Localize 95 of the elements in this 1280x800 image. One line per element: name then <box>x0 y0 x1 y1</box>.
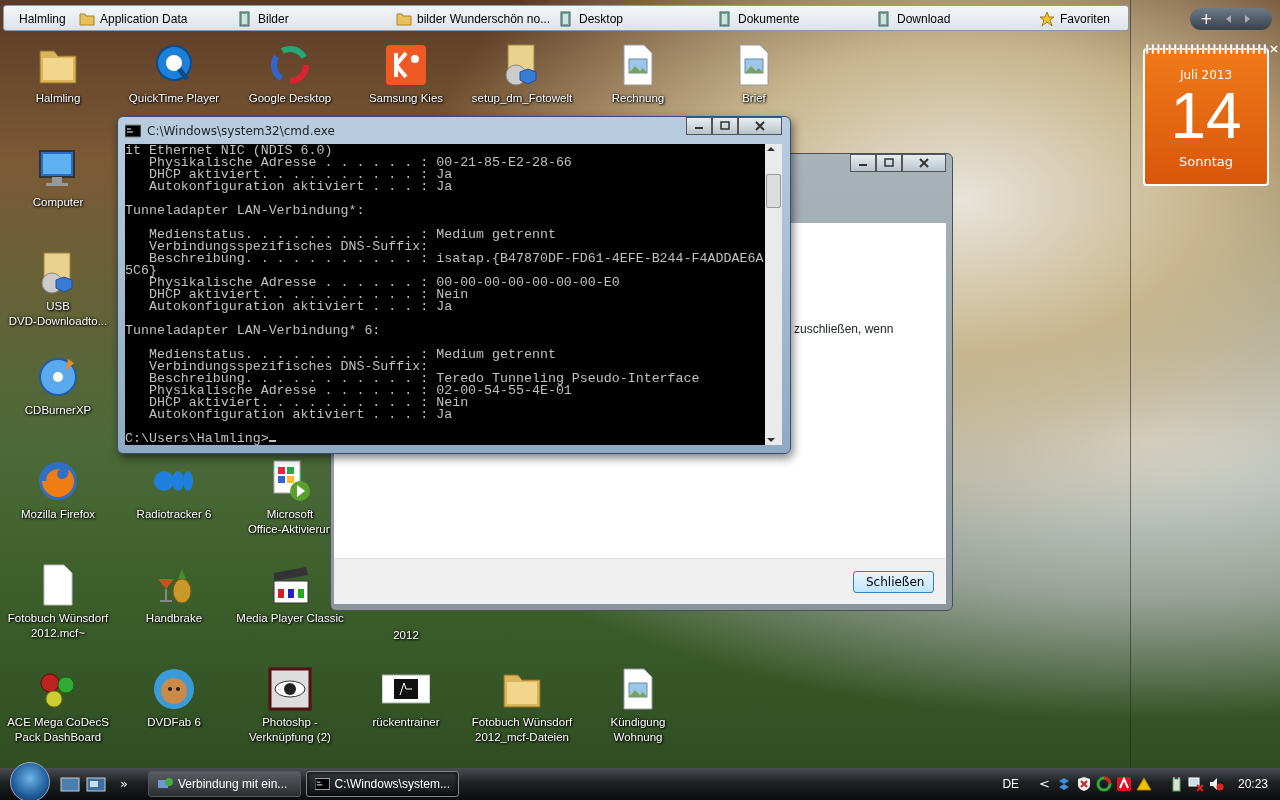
toolbar-folder[interactable]: Application Data <box>79 10 188 28</box>
library-icon <box>717 11 733 27</box>
maximize-button[interactable] <box>876 154 902 172</box>
console-line: 5C6} <box>125 265 157 277</box>
console-line: Physikalische Adresse . . . . . . : 00-00-00-00-00-00-00-E0 <box>148 277 621 289</box>
eye-icon[interactable] <box>266 665 314 713</box>
folder-icon <box>79 11 95 27</box>
window-title: C:\Windows\system32\cmd.exe <box>147 122 335 140</box>
add-gadget-button[interactable]: + <box>1196 11 1217 27</box>
library-icon <box>237 11 253 27</box>
icon-label[interactable]: Media Player Classic <box>236 611 344 626</box>
icon-label[interactable]: Halmling <box>35 91 81 106</box>
toolbar-link[interactable]: Halmling <box>19 10 66 28</box>
scrollbar[interactable] <box>765 144 782 445</box>
console-line: Physikalische Adresse . . . . . . : 02-00-54-55-4E-01 <box>147 385 573 397</box>
icon-label[interactable]: Microsoft Office-Aktivierun <box>247 507 333 537</box>
speaker-muted-icon[interactable] <box>1207 776 1224 792</box>
close-button[interactable] <box>902 154 946 172</box>
icon-label[interactable]: ACE Mega CoDecS Pack DashBoard <box>7 715 109 745</box>
icon-label[interactable]: 2012 <box>393 628 419 643</box>
start-button[interactable] <box>10 762 50 800</box>
icon-label[interactable]: CDBurnerXP <box>24 403 92 418</box>
console-line: it Ethernet NIC (NDIS 6.0) <box>125 145 334 157</box>
icon-label[interactable]: Radiotracker 6 <box>136 507 212 522</box>
network-offline-icon[interactable] <box>1187 776 1204 792</box>
console-line: Autokonfiguration aktiviert . . . : Ja <box>147 409 454 421</box>
icon-label[interactable]: Fotobuch Wünsdorf 2012.mcf~ <box>7 611 109 641</box>
ring-icon[interactable] <box>1095 776 1112 792</box>
dialog-text: zuschließen, wenn <box>794 322 894 336</box>
close-button[interactable] <box>738 117 782 135</box>
close-icon[interactable] <box>1270 45 1278 53</box>
calendar-day: 14 <box>1170 84 1242 148</box>
scroll-down-icon[interactable] <box>765 435 777 445</box>
icon-label[interactable]: Samsung Kies <box>368 91 444 106</box>
console-line: Tunneladapter LAN-Verbindung* 6: <box>125 325 382 337</box>
console-line: DHCP aktiviert. . . . . . . . . . : Nein <box>147 397 470 409</box>
library-icon <box>558 11 574 27</box>
toolbar-folder[interactable]: Download <box>876 10 951 28</box>
language-indicator[interactable]: DE <box>1002 775 1020 793</box>
toolbar-folder[interactable]: Dokumente <box>717 10 800 28</box>
icon-label[interactable]: Fotobuch Wünsdorf 2012_mcf-Dateien <box>471 715 573 745</box>
close-dialog-button[interactable]: Schließen <box>853 570 934 593</box>
minimize-button[interactable] <box>850 154 876 172</box>
minimize-button[interactable] <box>686 117 712 135</box>
close-icon <box>755 121 765 131</box>
windows-icon[interactable] <box>86 776 106 792</box>
icon-label[interactable]: Google Desktop <box>248 91 332 106</box>
console-line: Autokonfiguration aktiviert . . . : Ja <box>147 301 454 313</box>
toolbar-folder[interactable]: Bilder <box>237 10 289 28</box>
icon-label[interactable]: DVDFab 6 <box>147 715 201 730</box>
taskbar-button[interactable]: C:\Windows\system... <box>305 771 459 797</box>
close-icon <box>919 158 929 168</box>
console-line: DHCP aktiviert. . . . . . . . . . : Nein <box>147 289 470 301</box>
maximize-icon <box>720 121 730 131</box>
maximize-button[interactable] <box>712 117 738 135</box>
star-icon <box>1039 11 1055 27</box>
toolbar-folder[interactable]: Favoriten <box>1039 10 1111 28</box>
maximize-icon <box>884 158 894 168</box>
console-line: Medienstatus. . . . . . . . . . . : Medium getrennt <box>147 349 557 361</box>
folder-icon <box>396 11 412 27</box>
console-line: Beschreibung. . . . . . . . . . . : isatap.{B47870DF-FD61-4EFE-B244-F4ADDAE6A <box>148 253 765 265</box>
icon-label[interactable]: Kündigung Wohnung <box>610 715 666 745</box>
console-line: Tunneladapter LAN-Verbindung*: <box>125 205 366 217</box>
console-line: Medienstatus. . . . . . . . . . . : Medium getrennt <box>147 229 557 241</box>
console-line: Verbindungsspezifisches DNS-Suffix: <box>147 361 430 373</box>
console-line: DHCP aktiviert. . . . . . . . . . : Ja <box>147 169 454 181</box>
toolbar-folder[interactable]: Desktop <box>558 10 624 28</box>
calendar-weekday: Sonntag <box>1179 153 1233 171</box>
console-icon <box>125 123 141 138</box>
icon-label[interactable]: Mozilla Firefox <box>20 507 96 522</box>
show-hidden-icons-button[interactable]: < <box>1039 774 1050 794</box>
library-icon <box>876 11 892 27</box>
shield-icon[interactable] <box>1075 776 1092 792</box>
icon-label[interactable]: Photoshp - Verknüpfung (2) <box>249 715 331 745</box>
scroll-thumb[interactable] <box>766 174 781 208</box>
icon-label[interactable]: Computer <box>32 195 84 210</box>
console-line: Physikalische Adresse . . . . . . : 00-21-85-E2-28-66 <box>147 157 573 169</box>
overflow-button[interactable]: » <box>120 774 128 794</box>
calendar-month: Juli 2013 <box>1179 67 1233 84</box>
taskbar-button[interactable]: Verbindung mit ein... <box>147 771 301 797</box>
icon-label[interactable]: Handbrake <box>145 611 203 626</box>
console-line: Beschreibung. . . . . . . . . . . : Teredo Tunneling Pseudo-Interface <box>147 373 701 385</box>
clock[interactable]: 20:23 <box>1237 775 1268 793</box>
console-line: C:\Users\Halmling> <box>125 433 765 445</box>
console-line: Verbindungsspezifisches DNS-Suffix: <box>147 241 430 253</box>
icon-label[interactable]: QuickTime Player <box>128 91 220 106</box>
icon-label[interactable]: USB DVD-Downloadto... <box>8 299 108 329</box>
text-cursor <box>268 440 276 442</box>
warning-icon[interactable] <box>1135 776 1152 792</box>
toolbar-folder[interactable]: bilder Wunderschön no... <box>396 10 551 28</box>
icon-label[interactable]: setup_dm_Fotowelt <box>471 91 573 106</box>
console-line: Autokonfiguration aktiviert . . . : Ja <box>147 181 454 193</box>
console-icon <box>314 776 330 792</box>
icon-label[interactable]: rückentrainer <box>372 715 440 730</box>
desktop-icon[interactable] <box>60 776 80 792</box>
